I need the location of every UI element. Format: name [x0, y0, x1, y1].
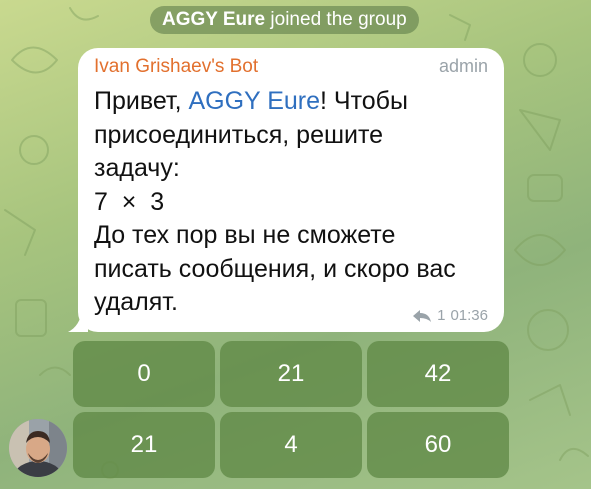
- join-text: joined the group: [270, 9, 407, 30]
- join-service-message: AGGY Eure joined the group: [150, 6, 419, 34]
- bot-avatar[interactable]: [9, 419, 67, 477]
- message-time: 01:36: [450, 307, 488, 324]
- reply-count[interactable]: 1: [437, 307, 445, 324]
- reply-icon: [413, 309, 432, 322]
- answer-button-4[interactable]: 4: [220, 412, 362, 478]
- message-text-part: ! Чтобы присоединиться, решите задачу: 7…: [94, 87, 456, 316]
- answer-button-21[interactable]: 21: [220, 341, 362, 407]
- answer-button-60[interactable]: 60: [367, 412, 509, 478]
- answer-button-0[interactable]: 0: [73, 341, 215, 407]
- joined-user-name[interactable]: AGGY Eure: [162, 9, 265, 30]
- message-text-part: Привет,: [94, 87, 189, 115]
- message-text: Привет, AGGY Eure! Чтобы присоединиться,…: [94, 85, 494, 320]
- bot-message-bubble[interactable]: Ivan Grishaev's Bot admin Привет, AGGY E…: [78, 48, 504, 332]
- user-mention-link[interactable]: AGGY Eure: [188, 87, 320, 115]
- sender-name[interactable]: Ivan Grishaev's Bot: [94, 56, 258, 78]
- message-meta: 1 01:36: [412, 307, 488, 324]
- avatar-photo: [9, 419, 67, 477]
- answer-button-21[interactable]: 21: [73, 412, 215, 478]
- answer-button-42[interactable]: 42: [367, 341, 509, 407]
- admin-badge: admin: [438, 56, 488, 76]
